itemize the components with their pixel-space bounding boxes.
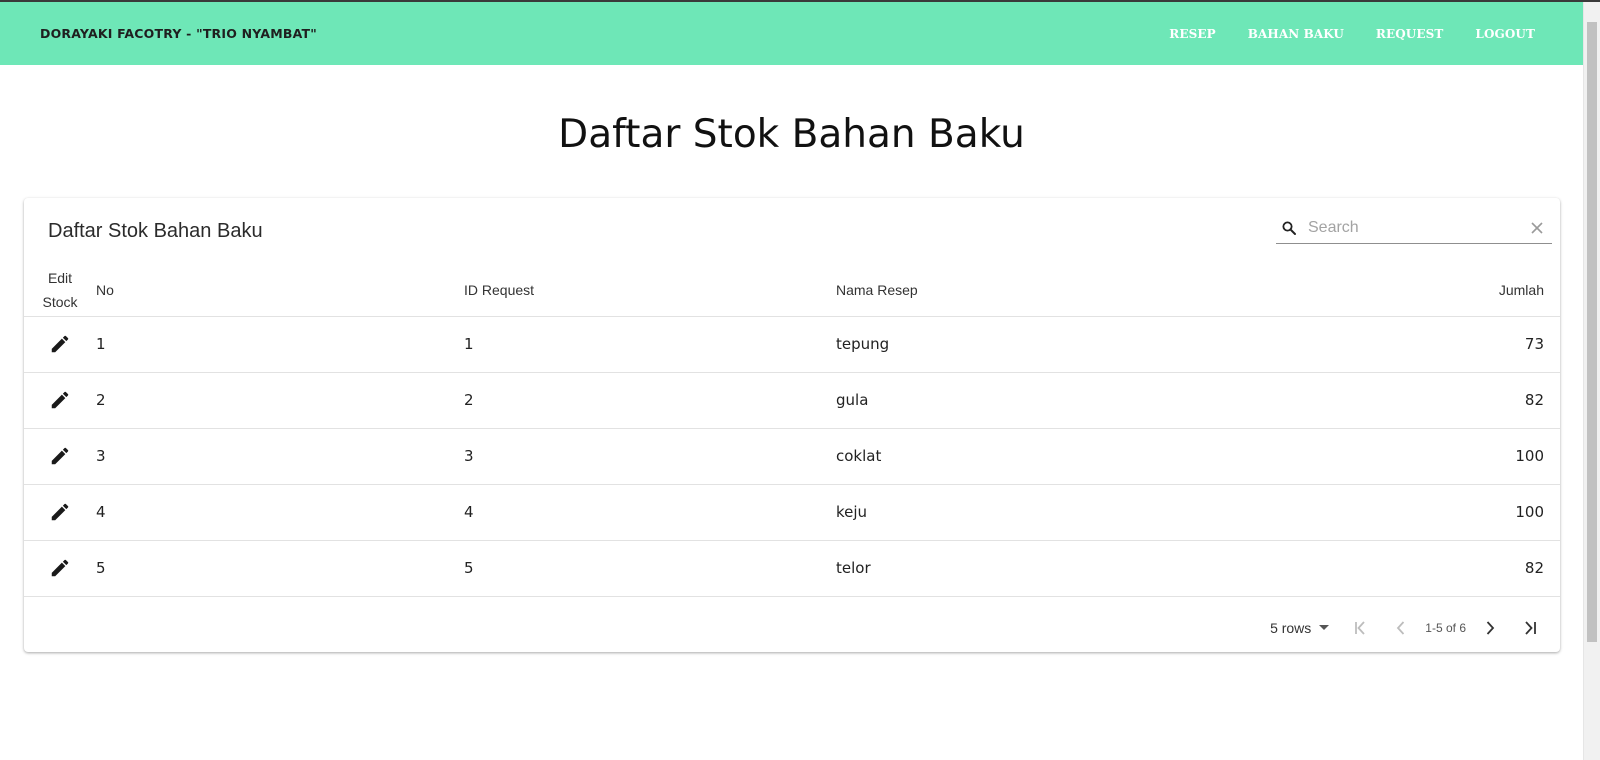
cell-jumlah: 100 bbox=[1486, 484, 1560, 541]
nav-link-bahan-baku[interactable]: BAHAN BAKU bbox=[1248, 27, 1344, 41]
nav-link-request[interactable]: REQUEST bbox=[1376, 27, 1443, 41]
pagination-bar: 5 rows 1-5 of 6 bbox=[24, 604, 1560, 652]
edit-icon[interactable] bbox=[49, 557, 71, 579]
stock-table: Edit Stock No ID Request Nama Resep Juml… bbox=[24, 264, 1560, 597]
rows-per-page-select[interactable]: 5 rows bbox=[1270, 620, 1330, 636]
first-page-icon bbox=[1355, 621, 1365, 635]
last-page-icon bbox=[1525, 621, 1536, 635]
cell-id-request: 4 bbox=[464, 484, 836, 541]
cell-jumlah: 82 bbox=[1486, 540, 1560, 597]
cell-jumlah: 100 bbox=[1486, 428, 1560, 485]
cell-nama-resep: keju bbox=[836, 484, 1486, 541]
cell-nama-resep: gula bbox=[836, 372, 1486, 429]
page-scrollbar[interactable] bbox=[1583, 2, 1600, 760]
cell-no: 2 bbox=[96, 372, 464, 429]
previous-page-button[interactable] bbox=[1381, 610, 1421, 646]
search-icon bbox=[1282, 220, 1296, 235]
previous-page-icon bbox=[1397, 621, 1405, 635]
nav-link-logout[interactable]: LOGOUT bbox=[1475, 27, 1535, 41]
header-jumlah[interactable]: Jumlah bbox=[1486, 264, 1560, 317]
cell-no: 1 bbox=[96, 316, 464, 373]
cell-id-request: 1 bbox=[464, 316, 836, 373]
cell-nama-resep: coklat bbox=[836, 428, 1486, 485]
cell-no: 3 bbox=[96, 428, 464, 485]
edit-icon[interactable] bbox=[49, 445, 71, 467]
header-nama-resep[interactable]: Nama Resep bbox=[836, 264, 1486, 317]
search-field bbox=[1276, 212, 1552, 244]
edit-icon[interactable] bbox=[49, 389, 71, 411]
table-title: Daftar Stok Bahan Baku bbox=[48, 220, 263, 242]
cell-no: 4 bbox=[96, 484, 464, 541]
table-row: 4 4 keju 100 bbox=[24, 484, 1560, 541]
cell-no: 5 bbox=[96, 540, 464, 597]
table-row: 5 5 telor 82 bbox=[24, 540, 1560, 597]
cell-id-request: 2 bbox=[464, 372, 836, 429]
header-no[interactable]: No bbox=[96, 264, 464, 317]
last-page-button[interactable] bbox=[1510, 610, 1550, 646]
cell-nama-resep: telor bbox=[836, 540, 1486, 597]
edit-icon[interactable] bbox=[49, 333, 71, 355]
search-input[interactable] bbox=[1308, 218, 1518, 237]
header-edit-stock: Edit Stock bbox=[24, 264, 96, 317]
cell-id-request: 5 bbox=[464, 540, 836, 597]
edit-icon[interactable] bbox=[49, 501, 71, 523]
table-header-row: Edit Stock No ID Request Nama Resep Juml… bbox=[24, 264, 1560, 317]
stock-table-card: Daftar Stok Bahan Baku Edit Stock No ID … bbox=[24, 198, 1560, 652]
cell-id-request: 3 bbox=[464, 428, 836, 485]
cell-nama-resep: tepung bbox=[836, 316, 1486, 373]
brand-title[interactable]: DORAYAKI FACOTRY - "TRIO NYAMBAT" bbox=[40, 26, 317, 41]
nav-links: RESEP BAHAN BAKU REQUEST LOGOUT bbox=[1137, 27, 1535, 41]
table-row: 2 2 gula 82 bbox=[24, 372, 1560, 429]
navbar: DORAYAKI FACOTRY - "TRIO NYAMBAT" RESEP … bbox=[0, 2, 1583, 65]
dropdown-arrow-icon bbox=[1319, 625, 1330, 630]
table-row: 3 3 coklat 100 bbox=[24, 428, 1560, 485]
first-page-button[interactable] bbox=[1341, 610, 1381, 646]
close-icon[interactable] bbox=[1530, 221, 1544, 235]
header-edit-line1: Edit bbox=[47, 269, 73, 286]
scrollbar-thumb[interactable] bbox=[1587, 22, 1597, 642]
cell-jumlah: 82 bbox=[1486, 372, 1560, 429]
page-title: Daftar Stok Bahan Baku bbox=[558, 112, 1025, 157]
page-info: 1-5 of 6 bbox=[1425, 621, 1466, 635]
next-page-icon bbox=[1486, 621, 1495, 635]
header-edit-line2: Stock bbox=[42, 293, 78, 310]
nav-link-resep[interactable]: RESEP bbox=[1169, 27, 1215, 41]
rows-per-page-label: 5 rows bbox=[1270, 620, 1312, 636]
header-id-request[interactable]: ID Request bbox=[464, 264, 836, 317]
table-row: 1 1 tepung 73 bbox=[24, 316, 1560, 373]
next-page-button[interactable] bbox=[1470, 610, 1510, 646]
cell-jumlah: 73 bbox=[1486, 316, 1560, 373]
